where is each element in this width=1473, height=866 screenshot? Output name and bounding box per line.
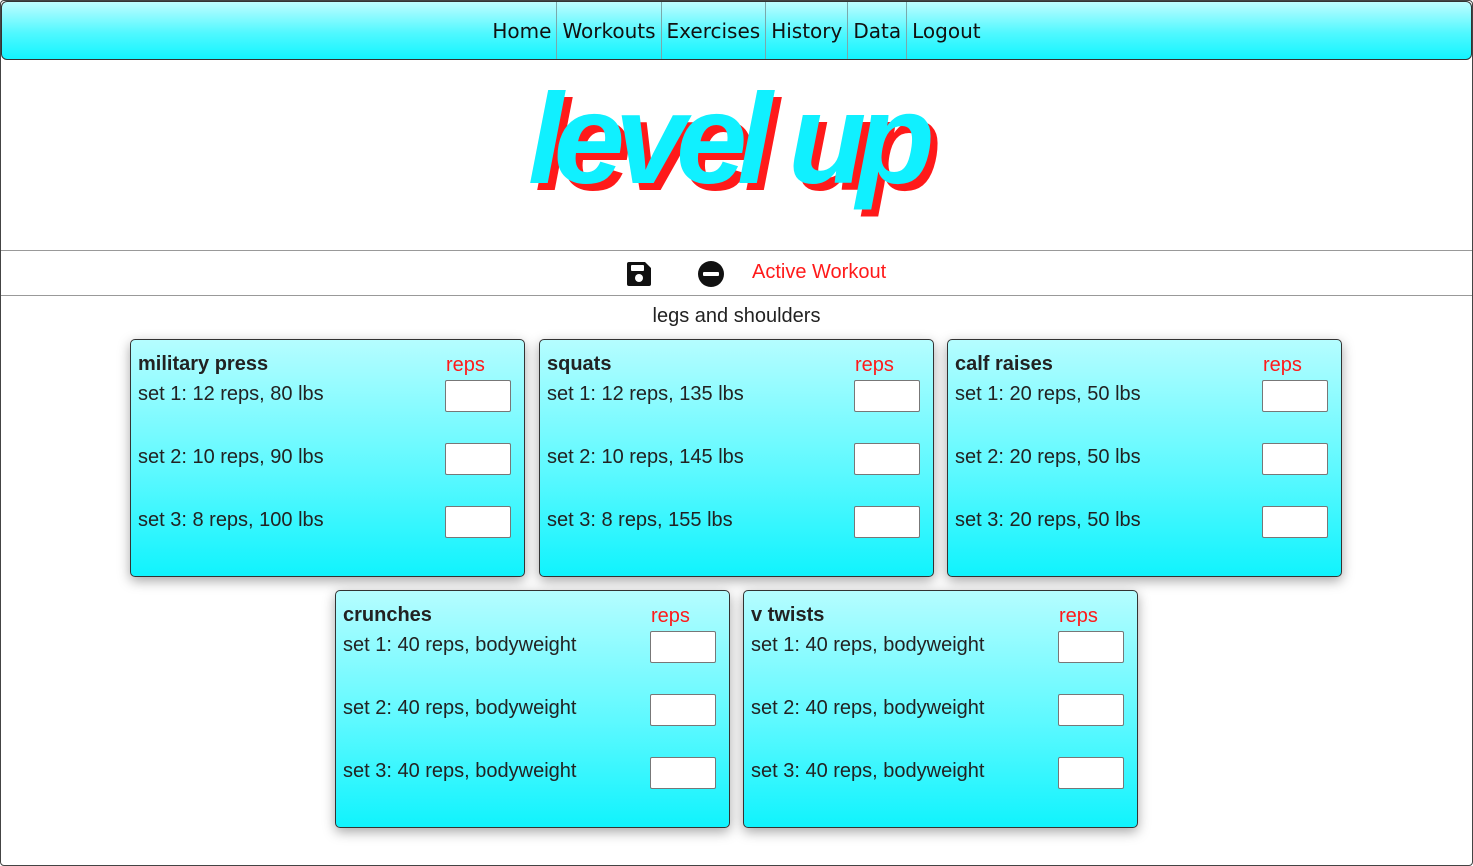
set-label: set 1: 12 reps, 135 lbs (547, 383, 744, 405)
reps-input[interactable] (445, 443, 511, 475)
set-label: set 1: 12 reps, 80 lbs (138, 383, 324, 405)
reps-input[interactable] (854, 443, 920, 475)
set-row: set 3: 8 reps, 155 lbs (540, 506, 933, 538)
set-label: set 3: 8 reps, 155 lbs (547, 509, 733, 531)
set-label: set 3: 8 reps, 100 lbs (138, 509, 324, 531)
set-row: set 3: 20 reps, 50 lbs (948, 506, 1341, 538)
set-label: set 1: 20 reps, 50 lbs (955, 383, 1141, 405)
floppy-disk-icon (627, 262, 651, 286)
logo-area: level up level up (0, 60, 1473, 250)
set-row: set 2: 10 reps, 145 lbs (540, 443, 933, 475)
set-row: set 1: 40 reps, bodyweight (744, 631, 1137, 663)
nav-logout[interactable]: Logout (906, 2, 985, 59)
exercise-card-v-twists: v twists reps set 1: 40 reps, bodyweight… (743, 590, 1138, 828)
minus-circle-icon (698, 261, 724, 287)
reps-input[interactable] (650, 694, 716, 726)
reps-input[interactable] (1058, 631, 1124, 663)
level-up-logo: level up level up (528, 80, 947, 218)
exercise-card-crunches: crunches reps set 1: 40 reps, bodyweight… (335, 590, 730, 828)
set-label: set 1: 40 reps, bodyweight (343, 634, 577, 656)
nav-exercises[interactable]: Exercises (660, 2, 766, 59)
set-row: set 1: 20 reps, 50 lbs (948, 380, 1341, 412)
set-label: set 3: 20 reps, 50 lbs (955, 509, 1141, 531)
exercise-card-military-press: military press reps set 1: 12 reps, 80 l… (130, 339, 525, 577)
svg-text:level up: level up (528, 80, 931, 211)
set-label: set 3: 40 reps, bodyweight (343, 760, 577, 782)
set-label: set 2: 10 reps, 90 lbs (138, 446, 324, 468)
set-row: set 2: 20 reps, 50 lbs (948, 443, 1341, 475)
reps-input[interactable] (445, 506, 511, 538)
nav-workouts[interactable]: Workouts (556, 2, 660, 59)
top-navbar: Home Workouts Exercises History Data Log… (1, 1, 1472, 60)
reps-input[interactable] (650, 631, 716, 663)
reps-header: reps (651, 605, 690, 627)
set-row: set 2: 40 reps, bodyweight (336, 694, 729, 726)
reps-input[interactable] (1262, 506, 1328, 538)
set-label: set 3: 40 reps, bodyweight (751, 760, 985, 782)
exercise-title: military press (138, 353, 269, 375)
reps-header: reps (1263, 354, 1302, 376)
set-label: set 2: 40 reps, bodyweight (343, 697, 577, 719)
set-row: set 1: 12 reps, 135 lbs (540, 380, 933, 412)
reps-input[interactable] (1058, 757, 1124, 789)
reps-header: reps (855, 354, 894, 376)
exercise-card-squats: squats reps set 1: 12 reps, 135 lbs set … (539, 339, 934, 577)
exercise-title: calf raises (955, 353, 1053, 375)
set-label: set 2: 40 reps, bodyweight (751, 697, 985, 719)
reps-input[interactable] (854, 380, 920, 412)
exercise-card-calf-raises: calf raises reps set 1: 20 reps, 50 lbs … (947, 339, 1342, 577)
nav-history[interactable]: History (765, 2, 847, 59)
set-row: set 2: 40 reps, bodyweight (744, 694, 1137, 726)
set-label: set 2: 10 reps, 145 lbs (547, 446, 744, 468)
reps-input[interactable] (445, 380, 511, 412)
reps-input[interactable] (1058, 694, 1124, 726)
reps-header: reps (1059, 605, 1098, 627)
active-workout-bar: Active Workout (0, 250, 1473, 296)
remove-workout-button[interactable] (697, 260, 725, 288)
set-row: set 1: 40 reps, bodyweight (336, 631, 729, 663)
workout-title: legs and shoulders (652, 305, 821, 327)
reps-header: reps (446, 354, 485, 376)
set-row: set 2: 10 reps, 90 lbs (131, 443, 524, 475)
set-label: set 2: 20 reps, 50 lbs (955, 446, 1141, 468)
save-workout-button[interactable] (625, 260, 653, 288)
reps-input[interactable] (1262, 443, 1328, 475)
reps-input[interactable] (854, 506, 920, 538)
set-label: set 1: 40 reps, bodyweight (751, 634, 985, 656)
nav-home[interactable]: Home (487, 2, 556, 59)
exercise-title: crunches (343, 604, 432, 626)
nav-data[interactable]: Data (847, 2, 906, 59)
set-row: set 3: 8 reps, 100 lbs (131, 506, 524, 538)
reps-input[interactable] (650, 757, 716, 789)
set-row: set 3: 40 reps, bodyweight (744, 757, 1137, 789)
active-workout-label: Active Workout (752, 261, 887, 283)
exercise-title: squats (547, 353, 612, 375)
exercise-title: v twists (751, 604, 825, 626)
reps-input[interactable] (1262, 380, 1328, 412)
set-row: set 1: 12 reps, 80 lbs (131, 380, 524, 412)
set-row: set 3: 40 reps, bodyweight (336, 757, 729, 789)
